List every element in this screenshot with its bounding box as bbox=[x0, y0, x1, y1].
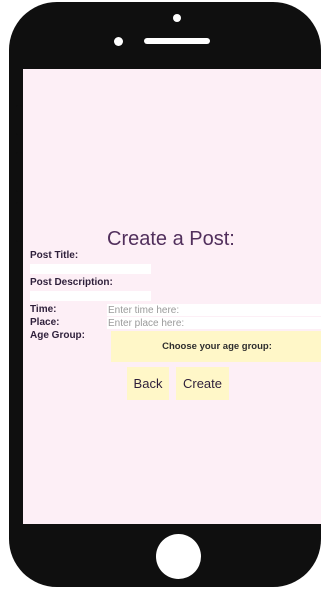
home-button[interactable] bbox=[156, 534, 201, 579]
create-button[interactable]: Create bbox=[176, 367, 229, 400]
phone-front-camera-icon bbox=[114, 37, 123, 46]
phone-volume-up-button bbox=[16, 152, 22, 192]
post-title-label: Post Title: bbox=[30, 250, 79, 261]
phone-volume-down-button bbox=[16, 202, 22, 242]
time-input[interactable] bbox=[107, 304, 321, 316]
app-screen: Create a Post: Post Title: Post Descript… bbox=[23, 69, 321, 524]
post-title-input[interactable] bbox=[30, 264, 151, 274]
phone-side-button bbox=[16, 105, 22, 135]
age-group-select[interactable]: Choose your age group: bbox=[111, 331, 321, 362]
time-label: Time: bbox=[30, 304, 57, 315]
age-group-label: Age Group: bbox=[30, 330, 85, 341]
post-description-label: Post Description: bbox=[30, 277, 113, 288]
post-description-input[interactable] bbox=[30, 291, 151, 301]
place-label: Place: bbox=[30, 317, 60, 328]
page-title: Create a Post: bbox=[107, 228, 235, 250]
place-input[interactable] bbox=[107, 317, 321, 329]
phone-speaker bbox=[144, 38, 210, 44]
age-group-select-label: Choose your age group: bbox=[162, 341, 272, 352]
phone-camera-icon bbox=[173, 14, 181, 22]
phone-frame: Create a Post: Post Title: Post Descript… bbox=[9, 2, 321, 587]
back-button[interactable]: Back bbox=[127, 367, 169, 400]
